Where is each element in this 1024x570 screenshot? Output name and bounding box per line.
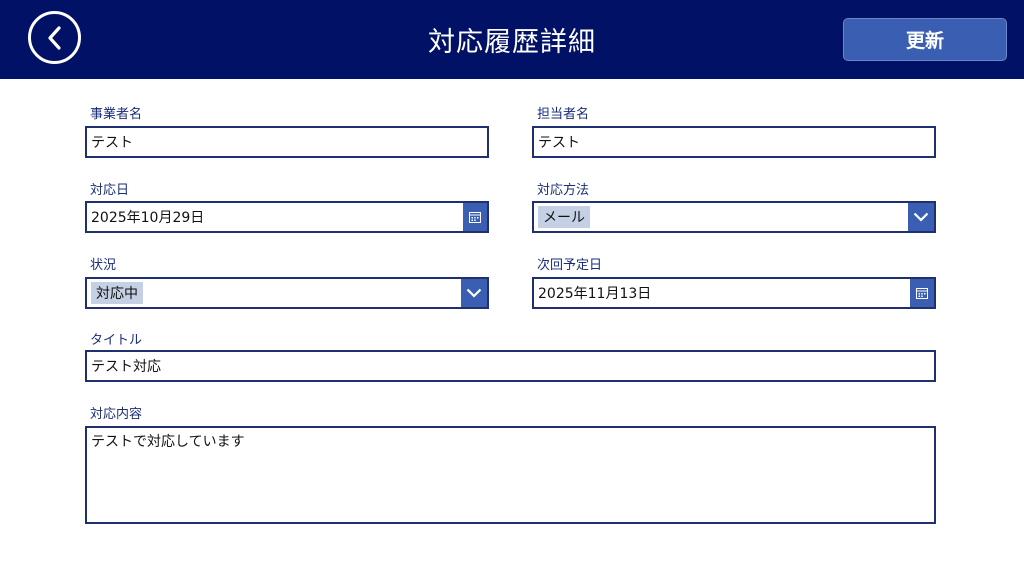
next-scheduled-date-picker[interactable]: 2025年11月13日	[532, 277, 936, 309]
header-bar: 対応履歴詳細 更新	[0, 0, 1024, 79]
response-method-dropdown-button[interactable]	[908, 203, 934, 231]
title-label: タイトル	[90, 333, 143, 348]
status-selected: 対応中	[91, 282, 143, 304]
next-scheduled-date-value: 2025年11月13日	[538, 286, 652, 302]
status-label: 状況	[90, 258, 117, 273]
title-field[interactable]: テスト対応	[85, 350, 936, 382]
chevron-down-icon	[913, 212, 929, 222]
status-dropdown[interactable]: 対応中	[85, 277, 489, 309]
response-date-label: 対応日	[90, 183, 130, 198]
business-name-field[interactable]: テスト	[85, 126, 489, 158]
response-date-value: 2025年10月29日	[91, 210, 205, 226]
calendar-icon	[469, 211, 481, 223]
response-method-label: 対応方法	[537, 183, 590, 198]
title-value: テスト対応	[91, 359, 161, 375]
response-method-dropdown[interactable]: メール	[532, 201, 936, 233]
business-name-value: テスト	[91, 135, 133, 151]
response-method-selected: メール	[538, 206, 590, 228]
next-scheduled-date-label: 次回予定日	[537, 258, 603, 273]
business-name-label: 事業者名	[90, 107, 143, 122]
content-value: テストで対応しています	[91, 434, 245, 450]
status-dropdown-button[interactable]	[461, 279, 487, 307]
person-in-charge-field[interactable]: テスト	[532, 126, 936, 158]
back-button[interactable]	[28, 11, 81, 64]
calendar-icon	[916, 287, 928, 299]
content-label: 対応内容	[90, 407, 143, 422]
chevron-down-icon	[466, 288, 482, 298]
person-in-charge-label: 担当者名	[537, 107, 590, 122]
update-button[interactable]: 更新	[843, 18, 1007, 61]
chevron-left-icon	[47, 25, 61, 50]
response-date-picker[interactable]: 2025年10月29日	[85, 201, 489, 233]
person-in-charge-value: テスト	[538, 135, 580, 151]
next-scheduled-date-calendar-button[interactable]	[910, 279, 934, 307]
response-date-calendar-button[interactable]	[463, 203, 487, 231]
content-textarea[interactable]: テストで対応しています	[85, 426, 936, 524]
